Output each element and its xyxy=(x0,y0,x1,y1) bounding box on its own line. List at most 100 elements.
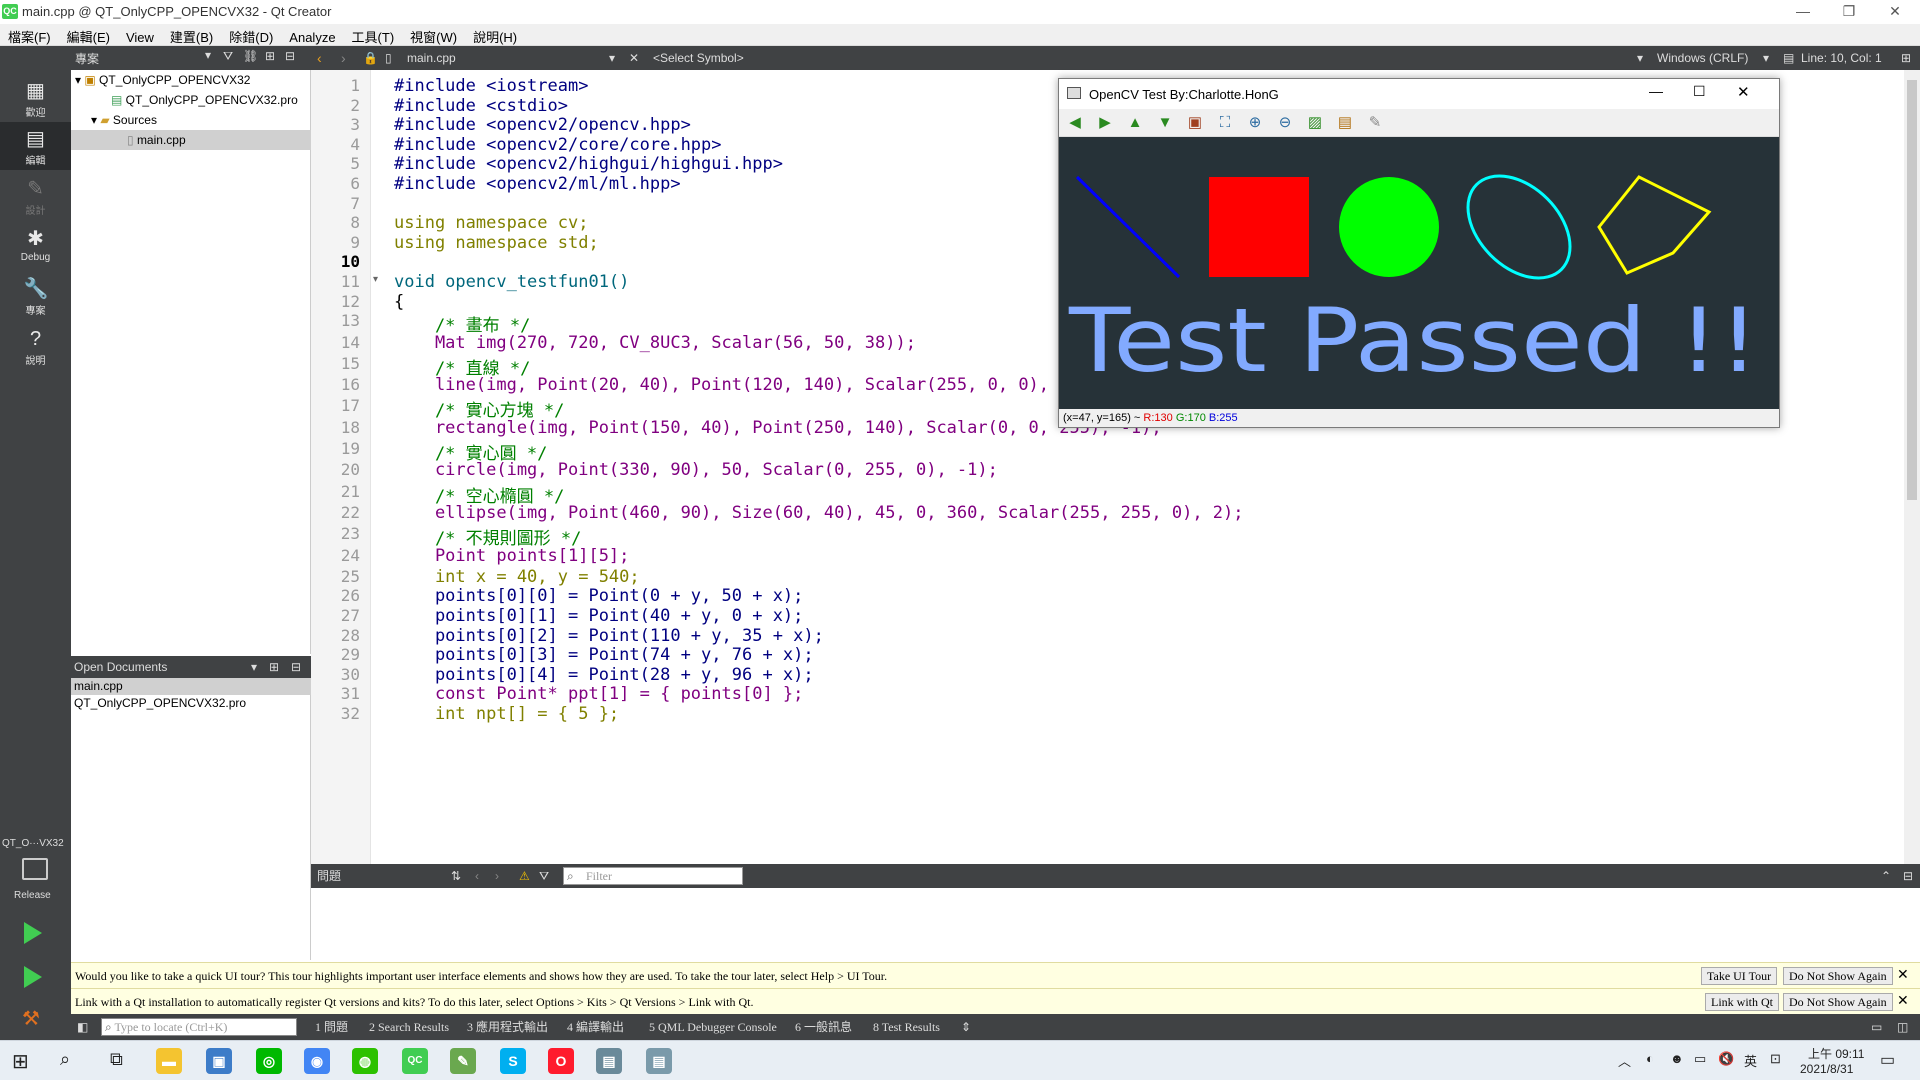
mode-welcome[interactable]: ▦ 歡迎 xyxy=(0,74,71,122)
tree-main-cpp[interactable]: ▯ main.cpp xyxy=(71,130,311,150)
maximize-button[interactable]: ☐ xyxy=(1693,83,1706,100)
debug-run-icon[interactable] xyxy=(24,966,42,988)
minimize-button[interactable]: — xyxy=(1780,0,1826,24)
code-line[interactable]: #include <opencv2/highgui/highgui.hpp> xyxy=(394,154,783,174)
fold-marker-icon[interactable]: ▾ xyxy=(373,274,378,285)
pan-down-icon[interactable]: ▼ xyxy=(1155,114,1175,132)
tree-pro-file[interactable]: ▤ QT_OnlyCPP_OPENCVX32.pro xyxy=(111,90,298,110)
tree-project-root[interactable]: ▾ ▣ QT_OnlyCPP_OPENCVX32 xyxy=(75,70,250,90)
split-icon[interactable]: ⊞ xyxy=(265,49,275,63)
code-line[interactable]: { xyxy=(394,292,404,312)
menu-analyze[interactable]: Analyze xyxy=(281,27,343,48)
output-tab-test-results[interactable]: 8 Test Results xyxy=(873,1014,940,1040)
output-tab-general-messages[interactable]: 6 一般訊息 xyxy=(795,1014,852,1040)
do-not-show-again-button[interactable]: Do Not Show Again xyxy=(1783,967,1893,985)
mode-projects[interactable]: 🔧 專案 xyxy=(0,272,71,320)
close-infobar-icon[interactable]: ✕ xyxy=(1897,989,1909,1015)
symbol-combo[interactable]: <Select Symbol> xyxy=(653,46,744,70)
output-tab-application-output[interactable]: 3 應用程式輸出 xyxy=(467,1014,548,1040)
back-arrow-icon[interactable]: ‹ xyxy=(317,46,322,70)
maximize-pane-icon[interactable]: ⌃ xyxy=(1881,864,1891,888)
split-icon[interactable]: ⊞ xyxy=(269,656,279,678)
wechat-icon[interactable]: ◍ xyxy=(352,1048,378,1074)
ime-mode-icon[interactable]: ⊡ xyxy=(1770,1051,1781,1067)
chrome-icon[interactable]: ◉ xyxy=(304,1048,330,1074)
code-line[interactable]: #include <cstdio> xyxy=(394,96,568,116)
dropdown-arrow-icon[interactable]: ▾ xyxy=(205,48,211,62)
code-line[interactable]: const Point* ppt[1] = { points[0] }; xyxy=(394,684,803,704)
zoom-original-icon[interactable]: ▣ xyxy=(1185,114,1205,132)
code-line[interactable]: points[0][1] = Point(40 + y, 0 + x); xyxy=(394,606,803,626)
output-tab-issues[interactable]: 1 問題 xyxy=(315,1014,348,1040)
open-doc-item[interactable]: QT_OnlyCPP_OPENCVX32.pro xyxy=(74,695,246,712)
code-line[interactable]: int npt[] = { 5 }; xyxy=(394,704,619,724)
filter-icon[interactable]: ⛛ xyxy=(539,864,549,888)
code-line[interactable]: #include <iostream> xyxy=(394,76,588,96)
code-line[interactable]: #include <opencv2/opencv.hpp> xyxy=(394,115,691,135)
output-pane-toggle-icon[interactable]: ▭ xyxy=(1871,1014,1882,1040)
zoom-fit-icon[interactable]: ⛶ xyxy=(1215,114,1235,132)
forward-arrow-icon[interactable]: › xyxy=(341,46,346,70)
skype-icon[interactable]: S xyxy=(500,1048,526,1074)
issues-filter-input[interactable]: ⌕ Filter xyxy=(563,867,743,885)
code-line[interactable]: rectangle(img, Point(150, 40), Point(250… xyxy=(394,418,1162,438)
code-line[interactable]: Point points[1][5]; xyxy=(394,546,629,566)
volume-icon[interactable]: 🔇 xyxy=(1718,1051,1734,1067)
take-ui-tour-button[interactable]: Take UI Tour xyxy=(1701,967,1778,985)
code-line[interactable]: Mat img(270, 720, CV_8UC3, Scalar(56, 50… xyxy=(394,333,916,353)
close-button[interactable]: ✕ xyxy=(1737,83,1750,101)
line-ending-combo[interactable]: Windows (CRLF) xyxy=(1657,46,1748,70)
do-not-show-again-button[interactable]: Do Not Show Again xyxy=(1783,993,1893,1011)
close-button[interactable]: ✕ xyxy=(1872,0,1918,24)
open-doc-item[interactable]: main.cpp xyxy=(71,678,311,695)
editor-scrollbar[interactable] xyxy=(1904,70,1920,864)
code-line[interactable]: #include <opencv2/ml/ml.hpp> xyxy=(394,174,681,194)
code-line[interactable]: void opencv_testfun01() xyxy=(394,272,629,292)
link-with-qt-button[interactable]: Link with Qt xyxy=(1705,993,1779,1011)
close-pane-icon[interactable]: ⊟ xyxy=(285,49,295,63)
mode-help[interactable]: ? 說明 xyxy=(0,322,71,370)
dropdown-arrow-icon[interactable]: ▾ xyxy=(251,656,257,678)
search-icon[interactable]: ⌕ xyxy=(60,1049,70,1070)
clock-time[interactable]: 上午 09:11 xyxy=(1808,1045,1864,1062)
split-icon[interactable]: ⊞ xyxy=(1901,46,1911,70)
pan-left-icon[interactable]: ◀ xyxy=(1065,114,1085,132)
copy-icon[interactable]: ▤ xyxy=(1335,114,1355,132)
back-arrow-icon[interactable]: ‹ xyxy=(475,864,479,888)
notepad-icon[interactable]: ✎ xyxy=(450,1048,476,1074)
window-icon[interactable]: ▤ xyxy=(596,1048,622,1074)
filter-icon[interactable]: ⛛ xyxy=(223,49,233,64)
code-line[interactable]: using namespace cv; xyxy=(394,213,588,233)
code-line[interactable]: circle(img, Point(330, 90), 50, Scalar(0… xyxy=(394,460,998,480)
output-tab-search-results[interactable]: 2 Search Results xyxy=(369,1014,449,1040)
mode-edit[interactable]: ▤ 編輯 xyxy=(0,122,71,170)
save-icon[interactable]: ▨ xyxy=(1305,114,1325,132)
cursor-position[interactable]: Line: 10, Col: 1 xyxy=(1801,46,1882,70)
output-tab-qml-debugger[interactable]: 5 QML Debugger Console xyxy=(649,1014,777,1040)
run-icon[interactable] xyxy=(24,922,42,944)
tray-app-icon[interactable]: ◐ xyxy=(1646,1051,1654,1066)
forward-arrow-icon[interactable]: › xyxy=(495,864,499,888)
mode-debug[interactable]: ✱ Debug xyxy=(0,222,71,270)
close-infobar-icon[interactable]: ✕ xyxy=(1897,963,1909,989)
code-line[interactable]: #include <opencv2/core/core.hpp> xyxy=(394,135,722,155)
tray-chevron-icon[interactable]: ︿ xyxy=(1618,1051,1631,1070)
dropdown-arrow-icon[interactable]: ▾ xyxy=(609,46,615,70)
current-file-combo[interactable]: main.cpp xyxy=(407,46,456,70)
code-line[interactable]: points[0][0] = Point(0 + y, 50 + x); xyxy=(394,586,803,606)
zoom-in-icon[interactable]: ⊕ xyxy=(1245,114,1265,132)
maximize-button[interactable]: ❐ xyxy=(1826,0,1872,24)
output-tab-compile-output[interactable]: 4 編譯輸出 xyxy=(567,1014,624,1040)
build-hammer-icon[interactable]: ⚒ xyxy=(22,1006,46,1030)
more-tabs-icon[interactable]: ⇕ xyxy=(961,1014,971,1040)
close-pane-icon[interactable]: ⊟ xyxy=(291,656,301,678)
code-line[interactable]: points[0][4] = Point(28 + y, 96 + x); xyxy=(394,665,814,685)
app-window-icon[interactable]: ▣ xyxy=(206,1048,232,1074)
close-pane-icon[interactable]: ⊟ xyxy=(1903,864,1913,888)
toggle-sidebar-icon[interactable]: ◧ xyxy=(77,1014,88,1040)
dropdown-arrow-icon[interactable]: ▾ xyxy=(1637,46,1643,70)
minimize-button[interactable]: — xyxy=(1649,83,1663,99)
opencv-canvas[interactable]: Test Passed !! xyxy=(1059,137,1779,409)
qt-creator-taskbar-icon[interactable]: QC xyxy=(402,1048,428,1074)
dropdown-arrow-icon[interactable]: ▾ xyxy=(1763,46,1769,70)
